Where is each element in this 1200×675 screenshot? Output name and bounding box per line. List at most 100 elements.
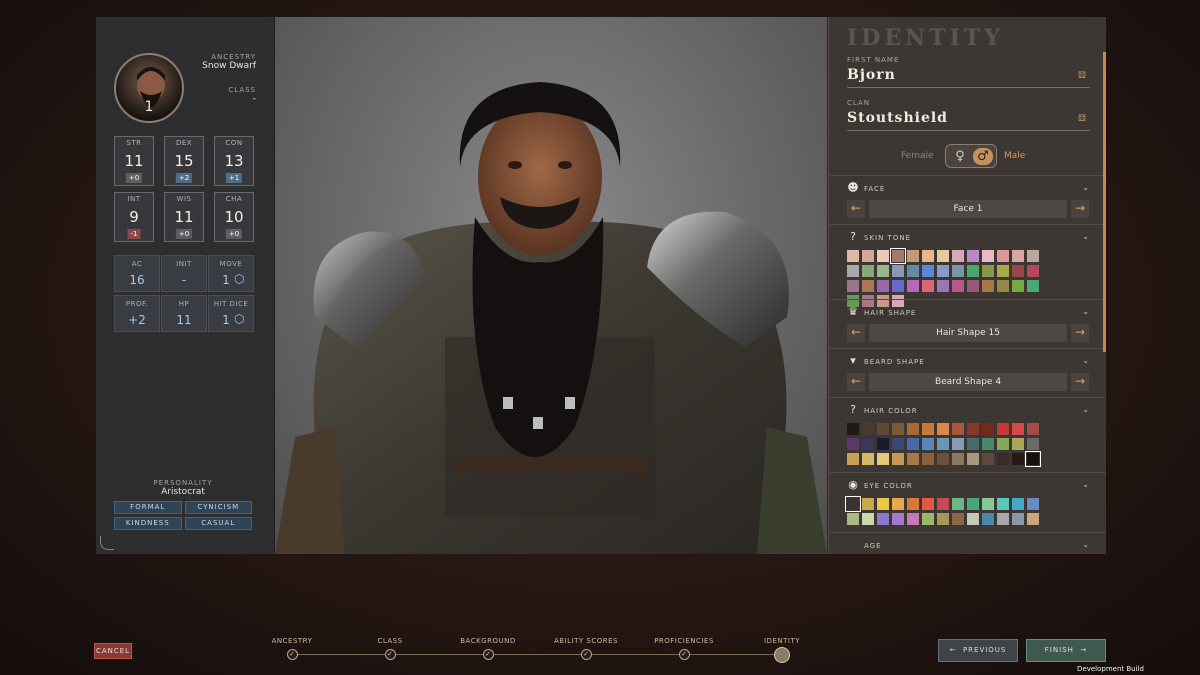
beard-shape-prev-button[interactable]: ← bbox=[847, 373, 865, 391]
color-swatch[interactable] bbox=[937, 423, 949, 435]
color-swatch[interactable] bbox=[997, 265, 1009, 277]
color-swatch[interactable] bbox=[922, 423, 934, 435]
color-swatch[interactable] bbox=[877, 265, 889, 277]
color-swatch[interactable] bbox=[952, 265, 964, 277]
color-swatch[interactable] bbox=[1012, 265, 1024, 277]
color-swatch[interactable] bbox=[877, 438, 889, 450]
color-swatch[interactable] bbox=[1012, 453, 1024, 465]
chevron-down-icon[interactable]: ⌄ bbox=[1082, 480, 1089, 489]
color-swatch[interactable] bbox=[892, 453, 904, 465]
color-swatch[interactable] bbox=[877, 498, 889, 510]
cancel-button[interactable]: CANCEL bbox=[94, 643, 132, 659]
color-swatch[interactable] bbox=[952, 513, 964, 525]
color-swatch[interactable] bbox=[892, 498, 904, 510]
color-swatch[interactable] bbox=[1012, 513, 1024, 525]
color-swatch[interactable] bbox=[937, 265, 949, 277]
color-swatch[interactable] bbox=[967, 265, 979, 277]
color-swatch[interactable] bbox=[847, 438, 859, 450]
female-label[interactable]: Female bbox=[901, 151, 934, 161]
panel-scrollbar[interactable] bbox=[1103, 52, 1106, 352]
first-name-field[interactable]: Bjorn bbox=[847, 67, 896, 83]
color-swatch[interactable] bbox=[997, 423, 1009, 435]
color-swatch[interactable] bbox=[922, 250, 934, 262]
color-swatch[interactable] bbox=[1027, 250, 1039, 262]
color-swatch[interactable] bbox=[922, 453, 934, 465]
color-swatch[interactable] bbox=[1012, 498, 1024, 510]
color-swatch[interactable] bbox=[967, 280, 979, 292]
color-swatch[interactable] bbox=[862, 280, 874, 292]
color-swatch[interactable] bbox=[877, 513, 889, 525]
face-prev-button[interactable]: ← bbox=[847, 200, 865, 218]
color-swatch[interactable] bbox=[997, 498, 1009, 510]
color-swatch[interactable] bbox=[937, 513, 949, 525]
color-swatch[interactable] bbox=[847, 265, 859, 277]
color-swatch[interactable] bbox=[952, 280, 964, 292]
color-swatch[interactable] bbox=[967, 423, 979, 435]
color-swatch[interactable] bbox=[907, 438, 919, 450]
color-swatch[interactable] bbox=[982, 498, 994, 510]
color-swatch[interactable] bbox=[907, 513, 919, 525]
color-swatch[interactable] bbox=[907, 250, 919, 262]
color-swatch[interactable] bbox=[982, 265, 994, 277]
color-swatch[interactable] bbox=[967, 250, 979, 262]
color-swatch[interactable] bbox=[892, 265, 904, 277]
color-swatch[interactable] bbox=[1012, 423, 1024, 435]
color-swatch[interactable] bbox=[1027, 438, 1039, 450]
color-swatch[interactable] bbox=[862, 453, 874, 465]
color-swatch[interactable] bbox=[952, 423, 964, 435]
color-swatch[interactable] bbox=[937, 453, 949, 465]
color-swatch[interactable] bbox=[890, 248, 906, 264]
color-swatch[interactable] bbox=[1012, 250, 1024, 262]
color-swatch[interactable] bbox=[937, 438, 949, 450]
color-swatch[interactable] bbox=[877, 423, 889, 435]
color-swatch[interactable] bbox=[847, 513, 859, 525]
color-swatch[interactable] bbox=[1027, 498, 1039, 510]
color-swatch[interactable] bbox=[997, 250, 1009, 262]
color-swatch[interactable] bbox=[907, 423, 919, 435]
male-icon[interactable]: ♂ bbox=[973, 148, 993, 165]
step-background[interactable]: BACKGROUND ✓ bbox=[448, 628, 528, 660]
chevron-down-icon[interactable]: ⌄ bbox=[1082, 356, 1089, 365]
color-swatch[interactable] bbox=[907, 265, 919, 277]
color-swatch[interactable] bbox=[1027, 280, 1039, 292]
color-swatch[interactable] bbox=[907, 498, 919, 510]
color-swatch[interactable] bbox=[982, 453, 994, 465]
step-proficiencies[interactable]: PROFICIENCIES ✓ bbox=[644, 628, 724, 660]
chevron-down-icon[interactable]: ⌄ bbox=[1082, 183, 1089, 192]
color-swatch[interactable] bbox=[847, 423, 859, 435]
step-class[interactable]: CLASS ✓ bbox=[350, 628, 430, 660]
color-swatch[interactable] bbox=[892, 423, 904, 435]
color-swatch[interactable] bbox=[1012, 280, 1024, 292]
step-identity[interactable]: IDENTITY bbox=[742, 628, 822, 663]
color-swatch[interactable] bbox=[862, 498, 874, 510]
color-swatch[interactable] bbox=[997, 280, 1009, 292]
color-swatch[interactable] bbox=[892, 438, 904, 450]
color-swatch[interactable] bbox=[952, 250, 964, 262]
color-swatch[interactable] bbox=[967, 453, 979, 465]
color-swatch[interactable] bbox=[862, 423, 874, 435]
color-swatch[interactable] bbox=[997, 513, 1009, 525]
color-swatch[interactable] bbox=[862, 265, 874, 277]
beard-shape-next-button[interactable]: → bbox=[1071, 373, 1089, 391]
dice-icon[interactable]: ⚄ bbox=[1078, 115, 1088, 124]
step-ancestry[interactable]: ANCESTRY ✓ bbox=[252, 628, 332, 660]
character-3d-viewport[interactable] bbox=[275, 17, 827, 554]
color-swatch[interactable] bbox=[922, 438, 934, 450]
color-swatch[interactable] bbox=[845, 496, 861, 512]
chevron-down-icon[interactable]: ⌄ bbox=[1082, 232, 1089, 241]
color-swatch[interactable] bbox=[982, 438, 994, 450]
color-swatch[interactable] bbox=[967, 438, 979, 450]
color-swatch[interactable] bbox=[862, 250, 874, 262]
color-swatch[interactable] bbox=[922, 513, 934, 525]
color-swatch[interactable] bbox=[982, 423, 994, 435]
color-swatch[interactable] bbox=[952, 438, 964, 450]
color-swatch[interactable] bbox=[982, 513, 994, 525]
color-swatch[interactable] bbox=[967, 513, 979, 525]
color-swatch[interactable] bbox=[907, 453, 919, 465]
step-ability-scores[interactable]: ABILITY SCORES ✓ bbox=[546, 628, 626, 660]
chevron-down-icon[interactable]: ⌄ bbox=[1082, 540, 1089, 549]
color-swatch[interactable] bbox=[922, 280, 934, 292]
face-next-button[interactable]: → bbox=[1071, 200, 1089, 218]
color-swatch[interactable] bbox=[922, 265, 934, 277]
color-swatch[interactable] bbox=[847, 250, 859, 262]
